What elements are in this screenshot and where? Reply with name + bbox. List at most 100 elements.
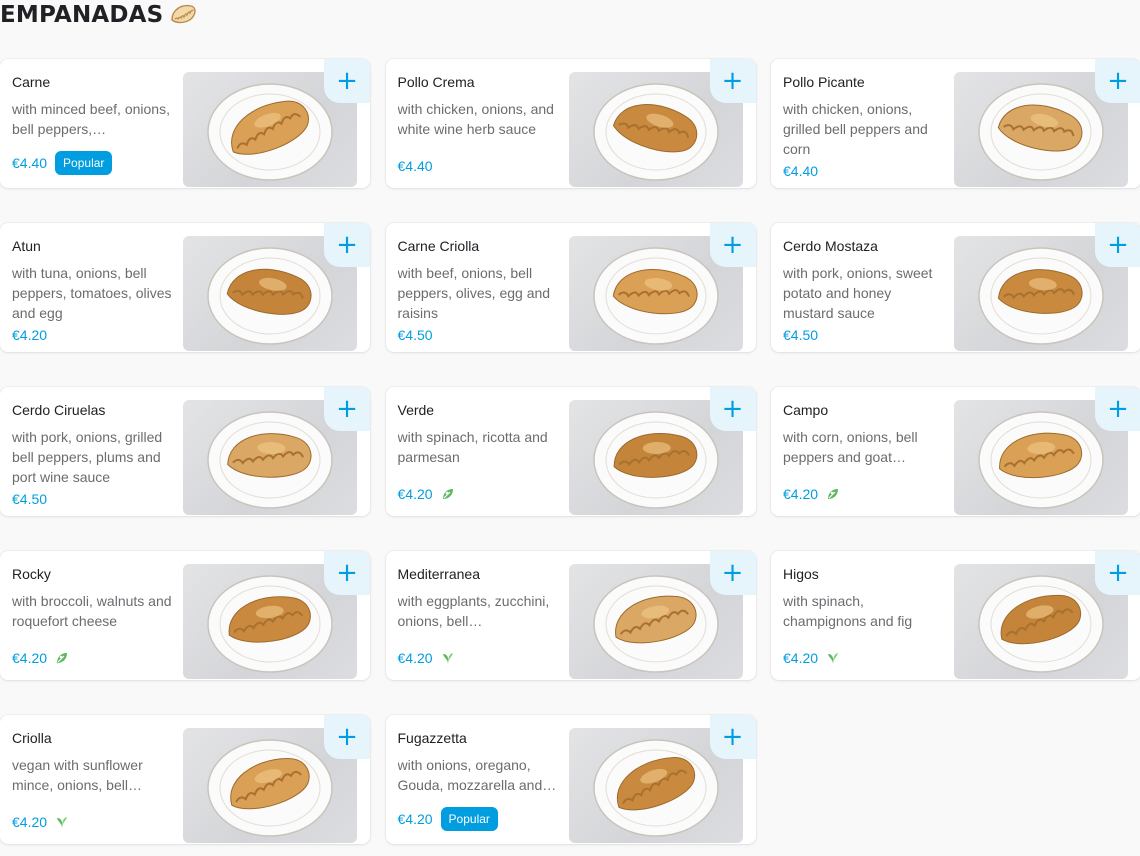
menu-item-card[interactable]: Higos with spinach, champignons and fig … bbox=[771, 551, 1140, 680]
add-to-cart-button[interactable]: + bbox=[324, 223, 370, 267]
item-footer: €4.20 bbox=[783, 486, 840, 502]
item-footer: €4.20 bbox=[12, 650, 69, 666]
item-footer: €4.20 bbox=[12, 814, 69, 830]
popular-badge: Popular bbox=[440, 807, 498, 831]
menu-item-card[interactable]: Pollo Crema with chicken, onions, and wh… bbox=[385, 59, 756, 188]
section-title-text: EMPANADAS bbox=[0, 2, 164, 28]
plus-icon: + bbox=[1107, 394, 1129, 424]
item-description: with minced beef, onions, bell peppers,… bbox=[12, 101, 170, 137]
item-price: €4.50 bbox=[397, 327, 433, 343]
item-footer: €4.20 bbox=[12, 327, 47, 343]
item-name: Cerdo Mostaza bbox=[783, 238, 878, 254]
item-description: with broccoli, walnuts and roquefort che… bbox=[12, 593, 172, 629]
item-price: €4.20 bbox=[783, 650, 819, 666]
item-name: Fugazzetta bbox=[397, 730, 467, 746]
vegan-icon bbox=[828, 653, 839, 664]
item-price: €4.40 bbox=[783, 163, 819, 179]
item-footer: €4.20 bbox=[783, 650, 840, 666]
vegan-icon bbox=[442, 653, 453, 664]
add-to-cart-button[interactable]: + bbox=[1095, 59, 1140, 103]
add-to-cart-button[interactable]: + bbox=[1095, 223, 1140, 267]
vegan-icon bbox=[57, 817, 68, 828]
item-footer: €4.20 Popular bbox=[398, 807, 498, 831]
item-price: €4.20 bbox=[397, 811, 433, 827]
item-footer: €4.50 bbox=[12, 491, 47, 507]
add-to-cart-button[interactable]: + bbox=[324, 387, 370, 431]
item-description: with beef, onions, bell peppers, olives,… bbox=[397, 265, 551, 321]
menu-item-card[interactable]: Carne with minced beef, onions, bell pep… bbox=[0, 59, 370, 188]
plus-icon: + bbox=[1107, 230, 1129, 260]
vegetarian-icon bbox=[828, 489, 839, 499]
add-to-cart-button[interactable]: + bbox=[324, 551, 370, 595]
menu-item-card[interactable]: Verde with spinach, ricotta and parmesan… bbox=[385, 387, 756, 516]
item-description: with spinach, ricotta and parmesan bbox=[397, 429, 548, 465]
item-name: Atun bbox=[12, 238, 41, 254]
item-description: with chicken, onions, grilled bell peppe… bbox=[783, 101, 928, 157]
plus-icon: + bbox=[721, 558, 744, 588]
menu-item-card[interactable]: Atun with tuna, onions, bell peppers, to… bbox=[0, 223, 370, 352]
item-footer: €4.40 bbox=[783, 163, 818, 179]
plus-icon: + bbox=[336, 558, 358, 588]
item-name: Mediterranea bbox=[397, 566, 481, 582]
add-to-cart-button[interactable]: + bbox=[324, 715, 370, 759]
plus-icon: + bbox=[721, 230, 744, 260]
item-description: with spinach, champignons and fig bbox=[783, 593, 913, 629]
item-price: €4.20 bbox=[397, 486, 433, 502]
popular-badge: Popular bbox=[55, 151, 113, 175]
item-price: €4.20 bbox=[12, 814, 48, 830]
menu-item-card[interactable]: Cerdo Mostaza with pork, onions, sweet p… bbox=[771, 223, 1140, 352]
menu-item-card[interactable]: Criolla vegan with sunflower mince, onio… bbox=[0, 715, 370, 844]
plus-icon: + bbox=[336, 722, 358, 752]
item-name: Pollo Picante bbox=[783, 74, 865, 90]
add-to-cart-button[interactable]: + bbox=[709, 551, 756, 595]
item-name: Verde bbox=[397, 402, 435, 418]
menu-item-card[interactable]: Fugazzetta with onions, oregano, Gouda, … bbox=[385, 715, 756, 844]
plus-icon: + bbox=[721, 722, 744, 752]
item-name: Higos bbox=[783, 566, 819, 582]
menu-item-card[interactable]: Pollo Picante with chicken, onions, gril… bbox=[771, 59, 1140, 188]
add-to-cart-button[interactable]: + bbox=[709, 387, 756, 431]
menu-item-card[interactable]: Cerdo Ciruelas with pork, onions, grille… bbox=[0, 387, 370, 516]
plus-icon: + bbox=[1107, 66, 1129, 96]
item-description: with pork, onions, sweet potato and hone… bbox=[783, 265, 933, 321]
vegetarian-icon bbox=[57, 653, 68, 663]
add-to-cart-button[interactable]: + bbox=[709, 59, 756, 103]
item-price: €4.50 bbox=[12, 491, 48, 507]
empanada-icon bbox=[171, 4, 197, 24]
plus-icon: + bbox=[1107, 558, 1129, 588]
item-name: Campo bbox=[783, 402, 829, 418]
item-description: with corn, onions, bell peppers and goat… bbox=[783, 429, 918, 465]
item-description: with eggplants, zucchini, onions, bell… bbox=[397, 593, 550, 629]
item-footer: €4.50 bbox=[783, 327, 818, 343]
menu-item-card[interactable]: Campo with corn, onions, bell peppers an… bbox=[771, 387, 1140, 516]
item-footer: €4.40 bbox=[398, 158, 433, 174]
add-to-cart-button[interactable]: + bbox=[1095, 387, 1140, 431]
item-footer: €4.20 bbox=[398, 650, 455, 666]
menu-item-card[interactable]: Carne Criolla with beef, onions, bell pe… bbox=[385, 223, 756, 352]
add-to-cart-button[interactable]: + bbox=[1095, 551, 1140, 595]
vegetarian-icon bbox=[442, 489, 453, 499]
plus-icon: + bbox=[721, 66, 744, 96]
add-to-cart-button[interactable]: + bbox=[709, 715, 756, 759]
item-price: €4.20 bbox=[783, 486, 819, 502]
plus-icon: + bbox=[721, 394, 744, 424]
item-name: Pollo Crema bbox=[397, 74, 475, 90]
item-price: €4.40 bbox=[12, 155, 48, 171]
plus-icon: + bbox=[336, 394, 358, 424]
item-name: Carne Criolla bbox=[397, 238, 480, 254]
item-name: Criolla bbox=[12, 730, 52, 746]
item-footer: €4.20 bbox=[398, 486, 455, 502]
item-description: with chicken, onions, and white wine her… bbox=[397, 101, 554, 137]
item-price: €4.40 bbox=[397, 158, 433, 174]
item-description: vegan with sunflower mince, onions, bell… bbox=[12, 757, 143, 793]
menu-item-card[interactable]: Mediterranea with eggplants, zucchini, o… bbox=[385, 551, 756, 680]
item-description: with tuna, onions, bell peppers, tomatoe… bbox=[12, 265, 172, 321]
add-to-cart-button[interactable]: + bbox=[709, 223, 756, 267]
add-to-cart-button[interactable]: + bbox=[324, 59, 370, 103]
item-footer: €4.40 Popular bbox=[12, 151, 113, 175]
section-title: EMPANADAS bbox=[0, 2, 197, 28]
item-price: €4.20 bbox=[397, 650, 433, 666]
item-description: with onions, oregano, Gouda, mozzarella … bbox=[397, 757, 557, 793]
menu-item-card[interactable]: Rocky with broccoli, walnuts and roquefo… bbox=[0, 551, 370, 680]
item-name: Carne bbox=[12, 74, 51, 90]
